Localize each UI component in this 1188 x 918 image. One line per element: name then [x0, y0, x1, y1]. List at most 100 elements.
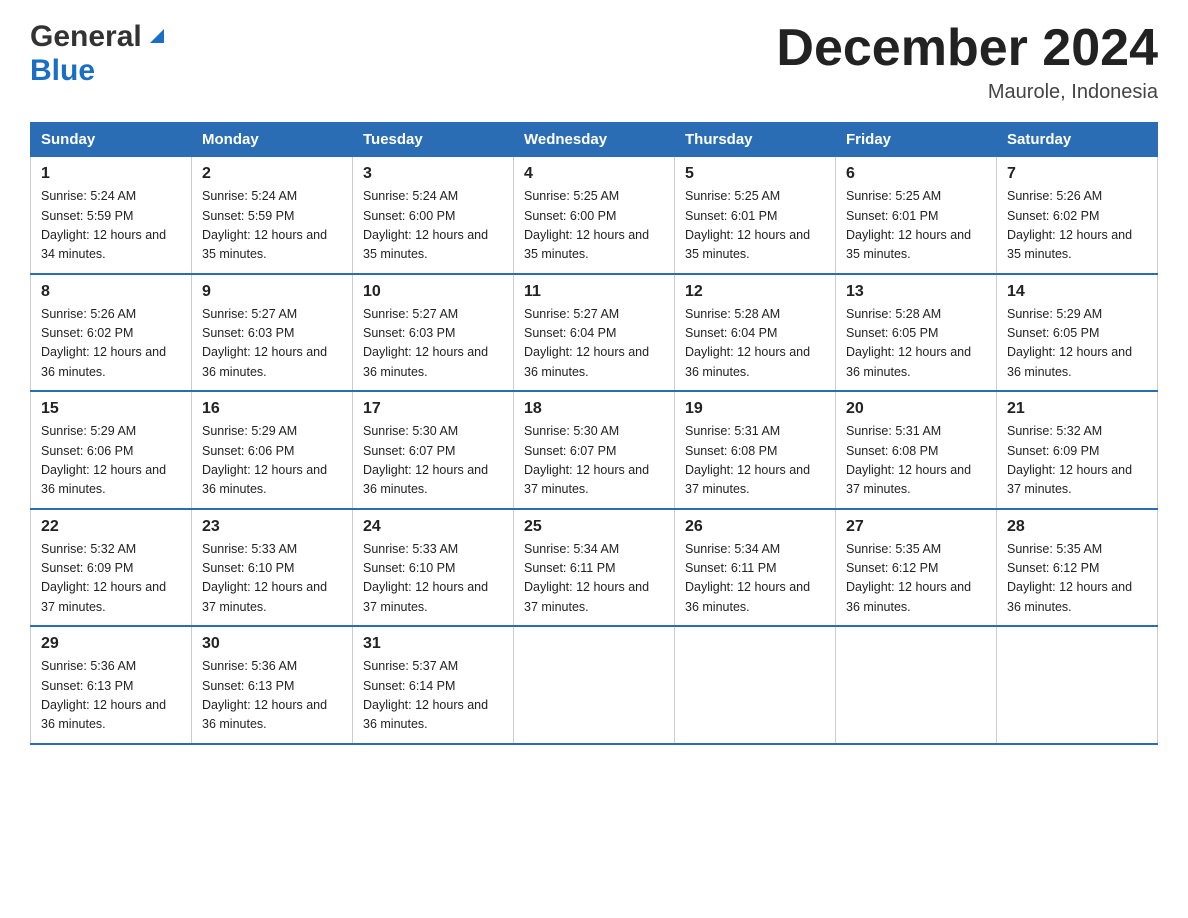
month-title: December 2024 — [776, 20, 1158, 77]
calendar-week-row: 8Sunrise: 5:26 AMSunset: 6:02 PMDaylight… — [31, 274, 1158, 392]
col-sunday: Sunday — [31, 123, 192, 157]
day-info: Sunrise: 5:26 AMSunset: 6:02 PMDaylight:… — [1007, 187, 1147, 265]
day-number: 2 — [202, 165, 342, 183]
day-info: Sunrise: 5:30 AMSunset: 6:07 PMDaylight:… — [363, 422, 503, 500]
calendar-day-cell: 11 Sunrise: 5:27 AMSunset: 6:04 PMDayligh… — [514, 274, 675, 392]
calendar-day-cell — [675, 626, 836, 744]
calendar-day-cell: 27Sunrise: 5:35 AMSunset: 6:12 PMDayligh… — [836, 509, 997, 627]
day-info: Sunrise: 5:28 AMSunset: 6:05 PMDaylight:… — [846, 305, 986, 383]
day-info: Sunrise: 5:24 AMSunset: 5:59 PMDaylight:… — [202, 187, 342, 265]
calendar-week-row: 22 Sunrise: 5:32 AMSunset: 6:09 PMDayligh… — [31, 509, 1158, 627]
calendar-day-cell: 13 Sunrise: 5:28 AMSunset: 6:05 PMDayligh… — [836, 274, 997, 392]
day-info: Sunrise: 5:25 AMSunset: 6:01 PMDaylight:… — [685, 187, 825, 265]
day-number: 28 — [1007, 518, 1147, 536]
day-info: Sunrise: 5:37 AMSunset: 6:14 PMDaylight:… — [363, 657, 503, 735]
day-number: 13 — [846, 283, 986, 301]
col-monday: Monday — [192, 123, 353, 157]
calendar-day-cell: 3 Sunrise: 5:24 AMSunset: 6:00 PMDaylight… — [353, 157, 514, 274]
col-saturday: Saturday — [997, 123, 1158, 157]
calendar-day-cell: 20 Sunrise: 5:31 AMSunset: 6:08 PMDayligh… — [836, 391, 997, 509]
day-info: Sunrise: 5:27 AMSunset: 6:03 PMDaylight:… — [202, 305, 342, 383]
col-thursday: Thursday — [675, 123, 836, 157]
day-info: Sunrise: 5:31 AMSunset: 6:08 PMDaylight:… — [685, 422, 825, 500]
day-info: Sunrise: 5:31 AMSunset: 6:08 PMDaylight:… — [846, 422, 986, 500]
logo-general-text: General — [30, 20, 142, 54]
day-number: 14 — [1007, 283, 1147, 301]
col-friday: Friday — [836, 123, 997, 157]
calendar-day-cell: 28 Sunrise: 5:35 AMSunset: 6:12 PMDayligh… — [997, 509, 1158, 627]
calendar-day-cell: 23Sunrise: 5:33 AMSunset: 6:10 PMDayligh… — [192, 509, 353, 627]
day-number: 25 — [524, 518, 664, 536]
day-info: Sunrise: 5:32 AMSunset: 6:09 PMDaylight:… — [41, 540, 181, 618]
day-number: 1 — [41, 165, 181, 183]
calendar-day-cell: 31 Sunrise: 5:37 AMSunset: 6:14 PMDayligh… — [353, 626, 514, 744]
day-info: Sunrise: 5:35 AMSunset: 6:12 PMDaylight:… — [1007, 540, 1147, 618]
logo-triangle-icon — [146, 25, 168, 52]
calendar-day-cell: 16 Sunrise: 5:29 AMSunset: 6:06 PMDayligh… — [192, 391, 353, 509]
calendar-day-cell: 5 Sunrise: 5:25 AMSunset: 6:01 PMDaylight… — [675, 157, 836, 274]
calendar-day-cell: 21Sunrise: 5:32 AMSunset: 6:09 PMDayligh… — [997, 391, 1158, 509]
day-number: 7 — [1007, 165, 1147, 183]
day-info: Sunrise: 5:30 AMSunset: 6:07 PMDaylight:… — [524, 422, 664, 500]
location: Maurole, Indonesia — [776, 81, 1158, 104]
logo: General Blue — [30, 20, 168, 88]
day-number: 24 — [363, 518, 503, 536]
day-number: 20 — [846, 400, 986, 418]
calendar-week-row: 29 Sunrise: 5:36 AMSunset: 6:13 PMDayligh… — [31, 626, 1158, 744]
col-wednesday: Wednesday — [514, 123, 675, 157]
day-number: 9 — [202, 283, 342, 301]
calendar-header-row: Sunday Monday Tuesday Wednesday Thursday… — [31, 123, 1158, 157]
page-header: General Blue December 2024 Maurole, Indo… — [30, 20, 1158, 104]
calendar-day-cell: 30Sunrise: 5:36 AMSunset: 6:13 PMDayligh… — [192, 626, 353, 744]
day-info: Sunrise: 5:34 AMSunset: 6:11 PMDaylight:… — [685, 540, 825, 618]
day-info: Sunrise: 5:28 AMSunset: 6:04 PMDaylight:… — [685, 305, 825, 383]
day-number: 11 — [524, 283, 664, 301]
day-number: 29 — [41, 635, 181, 653]
day-info: Sunrise: 5:34 AMSunset: 6:11 PMDaylight:… — [524, 540, 664, 618]
calendar-day-cell: 26Sunrise: 5:34 AMSunset: 6:11 PMDayligh… — [675, 509, 836, 627]
calendar-day-cell: 29 Sunrise: 5:36 AMSunset: 6:13 PMDayligh… — [31, 626, 192, 744]
calendar-day-cell: 9 Sunrise: 5:27 AMSunset: 6:03 PMDaylight… — [192, 274, 353, 392]
calendar-day-cell: 2 Sunrise: 5:24 AMSunset: 5:59 PMDaylight… — [192, 157, 353, 274]
day-info: Sunrise: 5:27 AMSunset: 6:03 PMDaylight:… — [363, 305, 503, 383]
day-number: 3 — [363, 165, 503, 183]
day-number: 19 — [685, 400, 825, 418]
calendar-week-row: 15 Sunrise: 5:29 AMSunset: 6:06 PMDayligh… — [31, 391, 1158, 509]
day-info: Sunrise: 5:24 AMSunset: 5:59 PMDaylight:… — [41, 187, 181, 265]
day-number: 15 — [41, 400, 181, 418]
calendar-day-cell: 15Sunrise: 5:29 AMSunset: 6:06 PMDayligh… — [31, 391, 192, 509]
calendar-day-cell: 25 Sunrise: 5:34 AMSunset: 6:11 PMDayligh… — [514, 509, 675, 627]
calendar-table: Sunday Monday Tuesday Wednesday Thursday… — [30, 122, 1158, 745]
day-number: 4 — [524, 165, 664, 183]
day-info: Sunrise: 5:25 AMSunset: 6:00 PMDaylight:… — [524, 187, 664, 265]
calendar-day-cell: 1 Sunrise: 5:24 AMSunset: 5:59 PMDaylight… — [31, 157, 192, 274]
day-info: Sunrise: 5:35 AMSunset: 6:12 PMDaylight:… — [846, 540, 986, 618]
day-info: Sunrise: 5:25 AMSunset: 6:01 PMDaylight:… — [846, 187, 986, 265]
day-info: Sunrise: 5:27 AMSunset: 6:04 PMDaylight:… — [524, 305, 664, 383]
day-number: 16 — [202, 400, 342, 418]
day-number: 6 — [846, 165, 986, 183]
day-info: Sunrise: 5:26 AMSunset: 6:02 PMDaylight:… — [41, 305, 181, 383]
calendar-day-cell: 7 Sunrise: 5:26 AMSunset: 6:02 PMDaylight… — [997, 157, 1158, 274]
day-number: 17 — [363, 400, 503, 418]
day-number: 12 — [685, 283, 825, 301]
calendar-day-cell: 22 Sunrise: 5:32 AMSunset: 6:09 PMDayligh… — [31, 509, 192, 627]
day-number: 31 — [363, 635, 503, 653]
calendar-day-cell: 4 Sunrise: 5:25 AMSunset: 6:00 PMDaylight… — [514, 157, 675, 274]
day-number: 10 — [363, 283, 503, 301]
calendar-day-cell: 12 Sunrise: 5:28 AMSunset: 6:04 PMDayligh… — [675, 274, 836, 392]
col-tuesday: Tuesday — [353, 123, 514, 157]
calendar-day-cell — [997, 626, 1158, 744]
day-info: Sunrise: 5:29 AMSunset: 6:06 PMDaylight:… — [202, 422, 342, 500]
day-info: Sunrise: 5:24 AMSunset: 6:00 PMDaylight:… — [363, 187, 503, 265]
day-info: Sunrise: 5:33 AMSunset: 6:10 PMDaylight:… — [363, 540, 503, 618]
day-number: 5 — [685, 165, 825, 183]
logo-blue-text: Blue — [30, 54, 95, 87]
calendar-day-cell: 24 Sunrise: 5:33 AMSunset: 6:10 PMDayligh… — [353, 509, 514, 627]
day-info: Sunrise: 5:36 AMSunset: 6:13 PMDaylight:… — [41, 657, 181, 735]
day-info: Sunrise: 5:33 AMSunset: 6:10 PMDaylight:… — [202, 540, 342, 618]
day-info: Sunrise: 5:29 AMSunset: 6:05 PMDaylight:… — [1007, 305, 1147, 383]
day-number: 22 — [41, 518, 181, 536]
title-area: December 2024 Maurole, Indonesia — [776, 20, 1158, 104]
calendar-day-cell: 19 Sunrise: 5:31 AMSunset: 6:08 PMDayligh… — [675, 391, 836, 509]
